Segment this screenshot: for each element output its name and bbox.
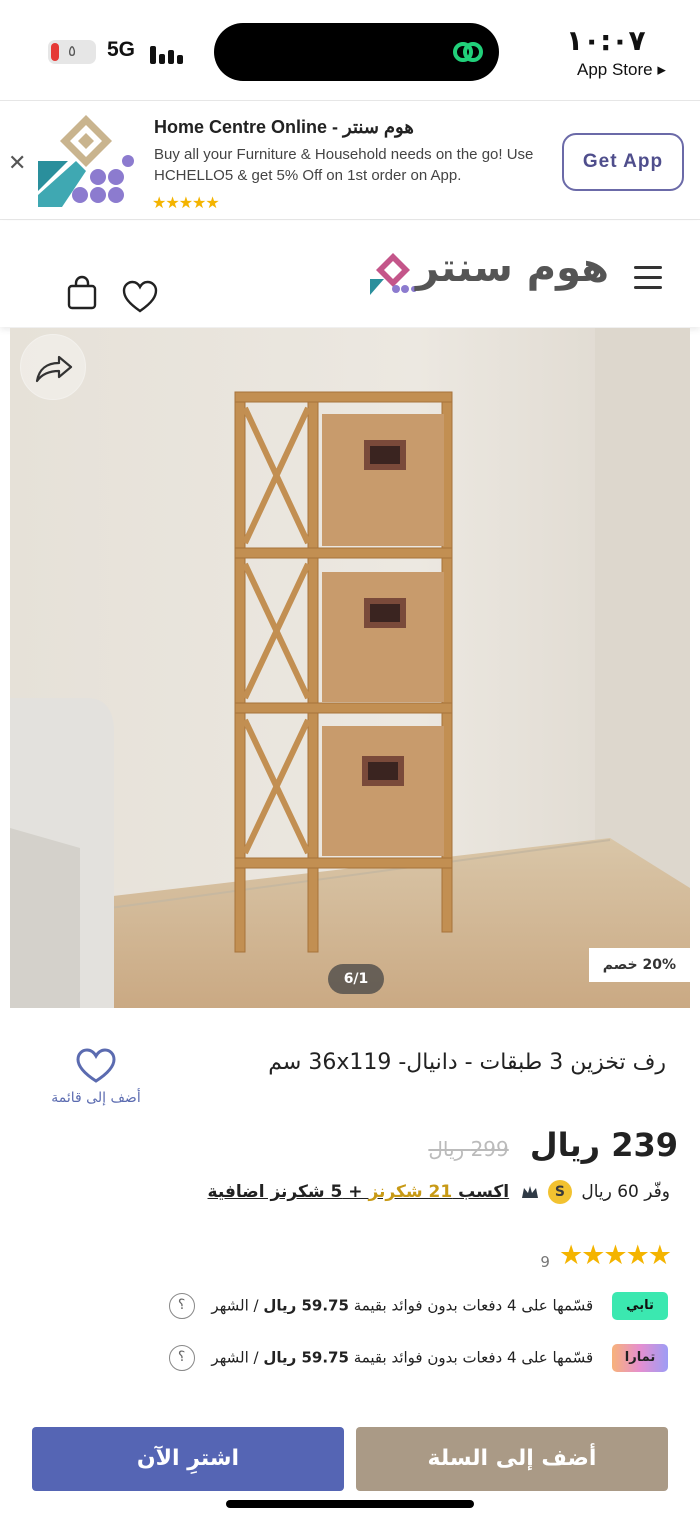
save-currency: ريال — [581, 1182, 612, 1202]
discount-badge: 20% خصم — [588, 948, 690, 982]
shopping-bag-icon[interactable] — [64, 275, 100, 311]
status-bar: ٥ 5G ١٠:٠٧ App Store ▸ — [0, 0, 700, 100]
link-icon — [453, 42, 483, 62]
help-icon[interactable]: ؟ — [168, 1293, 195, 1319]
banner-description: Buy all your Furniture & Household needs… — [154, 146, 534, 184]
product-photo — [10, 328, 690, 1008]
tamara-logo: تمارا — [612, 1344, 668, 1372]
banner-title: Home Centre Online - هوم سنتر — [154, 117, 414, 137]
shukran-badge-icon: S — [547, 1180, 572, 1204]
price-row: 239 ريال 299 ريال — [428, 1126, 678, 1164]
add-to-cart-button[interactable]: أضف إلى السلة — [356, 1427, 668, 1491]
status-time: ١٠:٠٧ — [566, 24, 646, 57]
tamara-installment-row: تمارا قسّمها على 4 دفعات بدون فوائد بقيم… — [168, 1344, 668, 1372]
brand-logo-icon — [370, 253, 416, 295]
gallery-page-indicator: 6/1 — [328, 964, 384, 994]
get-app-button[interactable]: Get App — [562, 133, 684, 191]
save-amount: 60 — [617, 1182, 639, 1202]
add-to-wishlist[interactable]: أضف إلى قائمة — [44, 1048, 148, 1106]
buy-now-button[interactable]: اشترِ الآن — [32, 1427, 344, 1491]
brand-logo-text[interactable]: هوم سنتر — [416, 245, 609, 291]
rating-stars: ★★★★★ — [558, 1240, 672, 1271]
product-title: رف تخزين 3 طبقات - دانيال- 36x119 سم — [268, 1050, 666, 1075]
tabby-installment-row: تابي قسّمها على 4 دفعات بدون فوائد بقيمة… — [168, 1292, 668, 1320]
hamburger-menu-icon[interactable] — [634, 266, 664, 290]
tabby-logo: تابي — [612, 1292, 668, 1320]
share-button[interactable] — [20, 334, 86, 400]
shukrans-earn-link[interactable]: اكسب 21 شكرنز + 5 شكرنز اضافية — [208, 1182, 510, 1202]
crown-icon — [521, 1186, 538, 1198]
battery-icon: ٥ — [48, 40, 96, 64]
installment-amount: 59.75 ريال — [263, 1296, 349, 1315]
app-install-banner: ✕ Home Centre Online - هوم سنتر Buy all … — [0, 100, 700, 220]
rating-row[interactable]: ★★★★★ 9 — [540, 1240, 672, 1271]
site-header: هوم سنتر — [0, 221, 700, 327]
current-price: 239 ريال — [529, 1126, 678, 1164]
original-price: 299 ريال — [428, 1137, 509, 1161]
save-label: وفّر — [644, 1182, 670, 1202]
review-count: 9 — [540, 1253, 550, 1271]
back-to-app-store[interactable]: App Store ▸ — [577, 60, 666, 80]
product-image-gallery[interactable]: 20% خصم 6/1 — [10, 328, 690, 1008]
wishlist-label: أضف إلى قائمة — [51, 1090, 141, 1106]
savings-row: وفّر 60 ريال S اكسب 21 شكرنز + 5 شكرنز ا… — [208, 1180, 670, 1204]
signal-icon — [150, 40, 186, 64]
help-icon[interactable]: ؟ — [168, 1345, 195, 1371]
battery-level: ٥ — [67, 42, 77, 60]
share-icon — [35, 355, 73, 383]
app-logo-icon — [38, 115, 134, 207]
heart-icon[interactable] — [121, 279, 159, 315]
network-type: 5G — [107, 38, 136, 61]
dynamic-island — [214, 23, 499, 81]
installment-amount: 59.75 ريال — [263, 1348, 349, 1367]
heart-icon — [76, 1048, 116, 1083]
banner-rating-stars: ★★★★★ — [152, 193, 220, 212]
close-icon[interactable]: ✕ — [8, 151, 26, 176]
home-indicator[interactable] — [226, 1500, 474, 1508]
